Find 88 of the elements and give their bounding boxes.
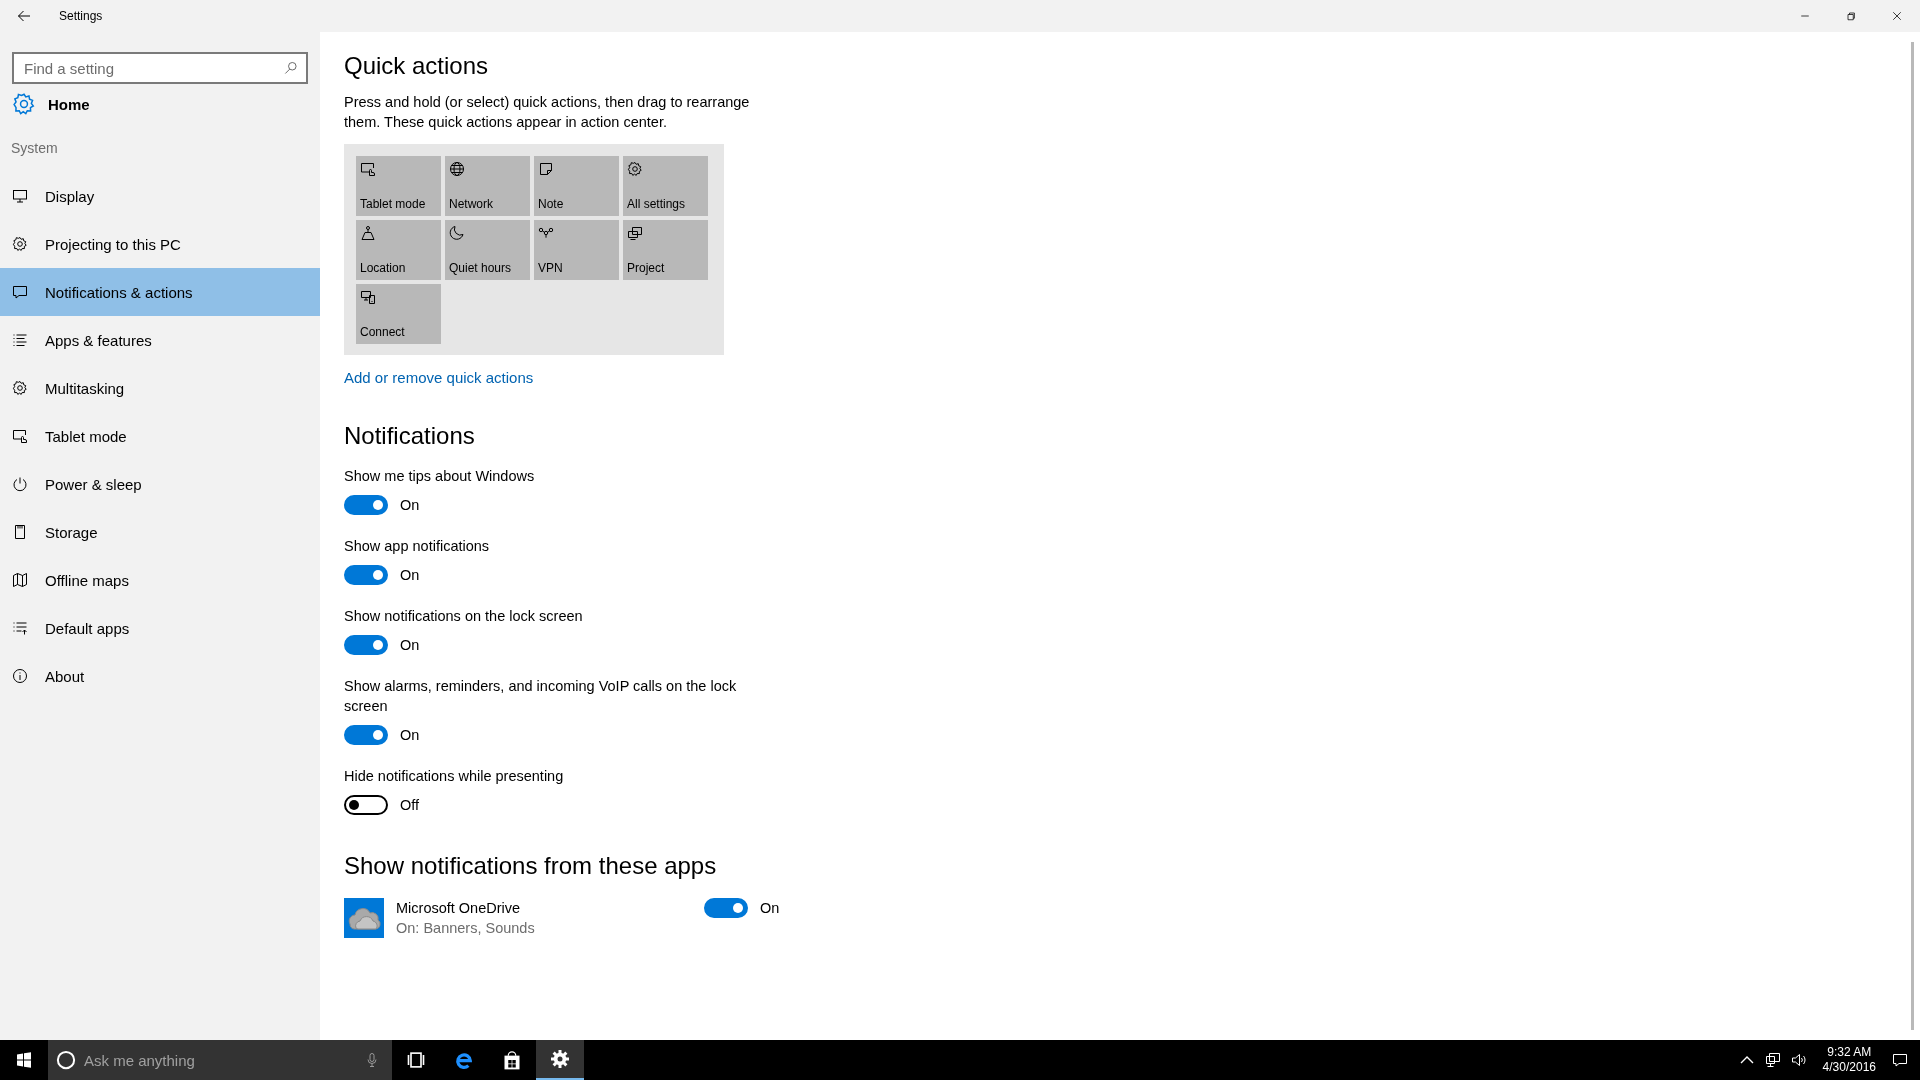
- sidebar-item[interactable]: Display: [0, 172, 320, 220]
- quick-action-tile[interactable]: Project: [623, 220, 708, 280]
- quick-action-tile[interactable]: Quiet hours: [445, 220, 530, 280]
- gear-icon: [550, 1049, 570, 1069]
- search-icon: [284, 61, 298, 75]
- monitor-icon: [12, 188, 28, 204]
- moon-icon: [449, 225, 465, 241]
- info-icon: [12, 668, 28, 684]
- section-heading: System: [10, 139, 59, 158]
- section-heading: Notifications: [344, 421, 476, 451]
- toggle-switch[interactable]: [344, 635, 388, 655]
- toggle-switch[interactable]: [344, 795, 388, 815]
- tablet-icon: [12, 428, 28, 444]
- toggle-switch[interactable]: [344, 725, 388, 745]
- sidebar-item[interactable]: Storage: [0, 508, 320, 556]
- monitors-icon: [627, 225, 643, 241]
- toggle-state: On: [400, 727, 420, 743]
- toggle-state: On: [400, 497, 420, 513]
- speech-bubble-icon: [1892, 1052, 1908, 1068]
- toggle-state: On: [760, 900, 780, 916]
- back-arrow-icon: [16, 8, 32, 24]
- window-title: Settings: [59, 9, 104, 23]
- sidebar-item[interactable]: Multitasking: [0, 364, 320, 412]
- gear-icon: [12, 92, 36, 116]
- quick-action-tile[interactable]: VPN: [534, 220, 619, 280]
- note-icon: [538, 161, 554, 177]
- toggle-state: On: [400, 567, 420, 583]
- setting-label: Show me tips about Windows: [344, 467, 536, 486]
- globe-icon: [449, 161, 465, 177]
- speech-bubble-icon: [12, 284, 28, 300]
- list-icon: [12, 620, 28, 636]
- memory-card-icon: [12, 524, 28, 540]
- sidebar-item[interactable]: Notifications & actions: [0, 268, 320, 316]
- toggle-switch[interactable]: [344, 495, 388, 515]
- gear-icon: [627, 161, 643, 177]
- quick-action-tile[interactable]: Note: [534, 156, 619, 216]
- search-field[interactable]: Find a setting: [12, 52, 308, 84]
- toggle-state: On: [400, 637, 420, 653]
- sidebar-item[interactable]: Tablet mode: [0, 412, 320, 460]
- restore-icon: [1845, 10, 1857, 22]
- circle-icon: [56, 1050, 76, 1070]
- gear-icon: [12, 380, 28, 396]
- section-heading: Show notifications from these apps: [344, 851, 718, 881]
- windows-logo-icon: [16, 1052, 32, 1068]
- toggle-switch[interactable]: [704, 898, 748, 918]
- app-name: Microsoft OneDrive: [396, 899, 522, 918]
- clock-time: 9:32 AM: [1827, 1045, 1872, 1060]
- section-heading: Quick actions: [344, 51, 490, 81]
- quick-action-tile[interactable]: Tablet mode: [356, 156, 441, 216]
- link[interactable]: Add or remove quick actions: [344, 369, 534, 386]
- clock[interactable]: 9:32 AM 4/30/2016: [1822, 1045, 1876, 1075]
- taskbar-app-button[interactable]: [536, 1040, 584, 1080]
- quick-action-tile[interactable]: Network: [445, 156, 530, 216]
- task-view-icon: [406, 1050, 426, 1070]
- app-detail: On: Banners, Sounds: [396, 919, 536, 938]
- power-icon: [12, 476, 28, 492]
- person-icon: [360, 225, 376, 241]
- sidebar-item[interactable]: About: [0, 652, 320, 700]
- shopping-bag-icon: [502, 1050, 522, 1070]
- sidebar-item[interactable]: Apps & features: [0, 316, 320, 364]
- description-text: Press and hold (or select) quick actions, then drag to rearrange them. These quick actions appear in action center.: [344, 93, 751, 132]
- network-icon: [1764, 1052, 1781, 1068]
- sidebar-item[interactable]: Offline maps: [0, 556, 320, 604]
- sidebar-item[interactable]: Power & sleep: [0, 460, 320, 508]
- map-icon: [12, 572, 28, 588]
- devices-icon: [360, 289, 376, 305]
- setting-label: Show alarms, reminders, and incoming VoIP calls on the lock screen: [344, 677, 738, 716]
- setting-label: Show app notifications: [344, 537, 491, 556]
- toggle-state: Off: [400, 797, 420, 813]
- gear-icon: [12, 236, 28, 252]
- cloud-icon: [344, 898, 384, 938]
- clock-date: 4/30/2016: [1822, 1060, 1876, 1075]
- cortana-search-box[interactable]: Ask me anything: [48, 1040, 392, 1080]
- quick-action-tile[interactable]: Connect: [356, 284, 441, 344]
- toggle-switch[interactable]: [344, 565, 388, 585]
- browser-icon: [454, 1050, 474, 1070]
- tablet-icon: [360, 161, 376, 177]
- close-icon: [1891, 10, 1903, 22]
- quick-action-tile[interactable]: All settings: [623, 156, 708, 216]
- sidebar-item[interactable]: Projecting to this PC: [0, 220, 320, 268]
- setting-label: Hide notifications while presenting: [344, 767, 565, 786]
- list-icon: [12, 332, 28, 348]
- home-link[interactable]: Home: [48, 95, 90, 113]
- nodes-icon: [538, 225, 554, 241]
- quick-action-tile[interactable]: Location: [356, 220, 441, 280]
- setting-label: Show notifications on the lock screen: [344, 607, 584, 626]
- volume-icon: [1790, 1052, 1807, 1068]
- sidebar-item[interactable]: Default apps: [0, 604, 320, 652]
